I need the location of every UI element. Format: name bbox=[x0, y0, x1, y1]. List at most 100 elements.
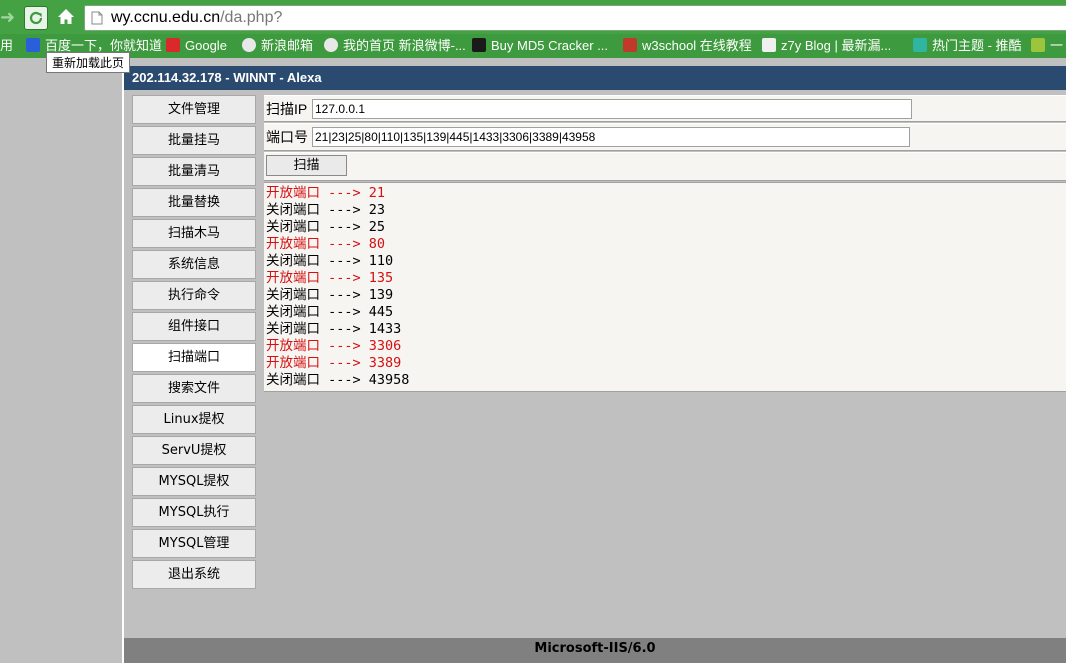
menu-item[interactable]: 退出系统 bbox=[132, 560, 256, 589]
closed-port-line: 关闭端口 ---> 43958 bbox=[266, 372, 1066, 389]
port-status: 关闭端口 bbox=[266, 372, 320, 388]
port-number: 3306 bbox=[368, 338, 402, 354]
bookmark-label: 一 bbox=[1050, 38, 1064, 53]
port-row: 端口号 bbox=[264, 123, 1066, 151]
port-number: 445 bbox=[368, 304, 394, 320]
bookmark-sina-mail[interactable]: 新浪邮箱 bbox=[242, 37, 313, 55]
md5-icon bbox=[472, 38, 486, 52]
port-number: 23 bbox=[368, 202, 386, 218]
port-number: 139 bbox=[368, 287, 394, 303]
menu-item[interactable]: 批量挂马 bbox=[132, 126, 256, 155]
port-status: 关闭端口 bbox=[266, 321, 320, 337]
scan-button[interactable]: 扫描 bbox=[266, 155, 347, 176]
url-path: /da.php? bbox=[220, 9, 283, 26]
closed-port-line: 关闭端口 ---> 25 bbox=[266, 219, 1066, 236]
menu-item[interactable]: 扫描端口 bbox=[132, 343, 256, 372]
port-status: 开放端口 bbox=[266, 338, 320, 354]
port-label: 端口号 bbox=[266, 129, 308, 145]
left-gutter bbox=[0, 66, 122, 663]
bookmark-label: 热门主题 - 推酷 bbox=[932, 38, 1022, 53]
server-footer: Microsoft-IIS/6.0 bbox=[124, 638, 1066, 663]
port-number: 43958 bbox=[368, 372, 410, 388]
port-arrow: ---> bbox=[328, 219, 361, 235]
port-status: 开放端口 bbox=[266, 185, 320, 201]
address-bar[interactable]: wy.ccnu.edu.cn/da.php? bbox=[84, 5, 1066, 31]
port-number: 80 bbox=[368, 236, 386, 252]
url-text: wy.ccnu.edu.cn/da.php? bbox=[111, 9, 282, 27]
bookmark-z7y[interactable]: z7y Blog | 最新漏... bbox=[762, 37, 891, 55]
bookmark-apps[interactable]: 用 bbox=[0, 37, 13, 55]
baidu-icon bbox=[26, 38, 40, 52]
open-port-line: 开放端口 ---> 135 bbox=[266, 270, 1066, 287]
open-port-line: 开放端口 ---> 80 bbox=[266, 236, 1066, 253]
z7y-icon bbox=[762, 38, 776, 52]
menu-item[interactable]: MYSQL执行 bbox=[132, 498, 256, 527]
port-arrow: ---> bbox=[328, 372, 361, 388]
menu-item[interactable]: 文件管理 bbox=[132, 95, 256, 124]
menu-item[interactable]: 组件接口 bbox=[132, 312, 256, 341]
reload-tooltip: 重新加载此页 bbox=[46, 52, 131, 73]
port-status: 关闭端口 bbox=[266, 287, 320, 303]
port-status: 开放端口 bbox=[266, 270, 320, 286]
bookmark-label: 百度一下，你就知道 bbox=[45, 38, 163, 53]
port-arrow: ---> bbox=[328, 185, 361, 201]
tuicool-icon bbox=[913, 38, 927, 52]
menu-item[interactable]: 批量替换 bbox=[132, 188, 256, 217]
menu-item[interactable]: 批量清马 bbox=[132, 157, 256, 186]
closed-port-line: 关闭端口 ---> 23 bbox=[266, 202, 1066, 219]
port-arrow: ---> bbox=[328, 253, 361, 269]
port-arrow: ---> bbox=[328, 287, 361, 303]
bookmark-yi[interactable]: 一 bbox=[1031, 37, 1063, 55]
bookmark-label: 用 bbox=[0, 38, 14, 53]
menu-item[interactable]: 扫描木马 bbox=[132, 219, 256, 248]
port-status: 开放端口 bbox=[266, 236, 320, 252]
ip-input[interactable] bbox=[312, 99, 912, 119]
bookmark-google[interactable]: Google bbox=[166, 37, 227, 55]
bookmark-label: 我的首页 新浪微博-... bbox=[343, 38, 466, 53]
scan-button-row: 扫描 bbox=[264, 152, 1066, 181]
open-port-line: 开放端口 ---> 3389 bbox=[266, 355, 1066, 372]
bookmark-weibo[interactable]: 我的首页 新浪微博-... bbox=[324, 37, 466, 55]
port-arrow: ---> bbox=[328, 355, 361, 371]
home-button[interactable] bbox=[56, 7, 76, 27]
chrome-bottom-strip bbox=[0, 58, 1066, 66]
port-arrow: ---> bbox=[328, 304, 361, 320]
reload-button[interactable] bbox=[24, 6, 48, 30]
port-status: 开放端口 bbox=[266, 355, 320, 371]
bookmark-label: z7y Blog | 最新漏... bbox=[781, 38, 892, 53]
menu-item[interactable]: 系统信息 bbox=[132, 250, 256, 279]
port-status: 关闭端口 bbox=[266, 253, 320, 269]
yi-icon bbox=[1031, 38, 1045, 52]
bookmark-label: 新浪邮箱 bbox=[261, 38, 314, 53]
port-number: 25 bbox=[368, 219, 386, 235]
closed-port-line: 关闭端口 ---> 1433 bbox=[266, 321, 1066, 338]
port-input[interactable] bbox=[312, 127, 910, 147]
forward-arrow-icon[interactable]: ➜ bbox=[0, 8, 18, 26]
closed-port-line: 关闭端口 ---> 110 bbox=[266, 253, 1066, 270]
google-icon bbox=[166, 38, 180, 52]
port-number: 110 bbox=[368, 253, 394, 269]
port-status: 关闭端口 bbox=[266, 202, 320, 218]
browser-navbar: ➜ wy.ccnu.edu.cn/da.php? bbox=[0, 0, 1066, 34]
bookmark-w3school[interactable]: w3school 在线教程 bbox=[623, 37, 752, 55]
port-arrow: ---> bbox=[328, 338, 361, 354]
port-status: 关闭端口 bbox=[266, 304, 320, 320]
bookmarks-bar: 用 百度一下，你就知道 Google 新浪邮箱 我的首页 新浪微博-... Bu… bbox=[0, 34, 1066, 58]
bookmark-tuicool[interactable]: 热门主题 - 推酷 bbox=[913, 37, 1022, 55]
url-domain: wy.ccnu.edu.cn bbox=[111, 9, 221, 26]
weibo-icon bbox=[324, 38, 338, 52]
ip-row: 扫描IP bbox=[264, 95, 1066, 122]
menu-item[interactable]: MYSQL提权 bbox=[132, 467, 256, 496]
port-arrow: ---> bbox=[328, 202, 361, 218]
port-number: 135 bbox=[368, 270, 394, 286]
menu-item[interactable]: 执行命令 bbox=[132, 281, 256, 310]
w3school-icon bbox=[623, 38, 637, 52]
bookmark-md5[interactable]: Buy MD5 Cracker ... bbox=[472, 37, 608, 55]
closed-port-line: 关闭端口 ---> 139 bbox=[266, 287, 1066, 304]
menu-item[interactable]: ServU提权 bbox=[132, 436, 256, 465]
menu-item[interactable]: Linux提权 bbox=[132, 405, 256, 434]
ip-label: 扫描IP bbox=[266, 101, 308, 117]
menu-item[interactable]: 搜索文件 bbox=[132, 374, 256, 403]
menu-item[interactable]: MYSQL管理 bbox=[132, 529, 256, 558]
port-status: 关闭端口 bbox=[266, 219, 320, 235]
